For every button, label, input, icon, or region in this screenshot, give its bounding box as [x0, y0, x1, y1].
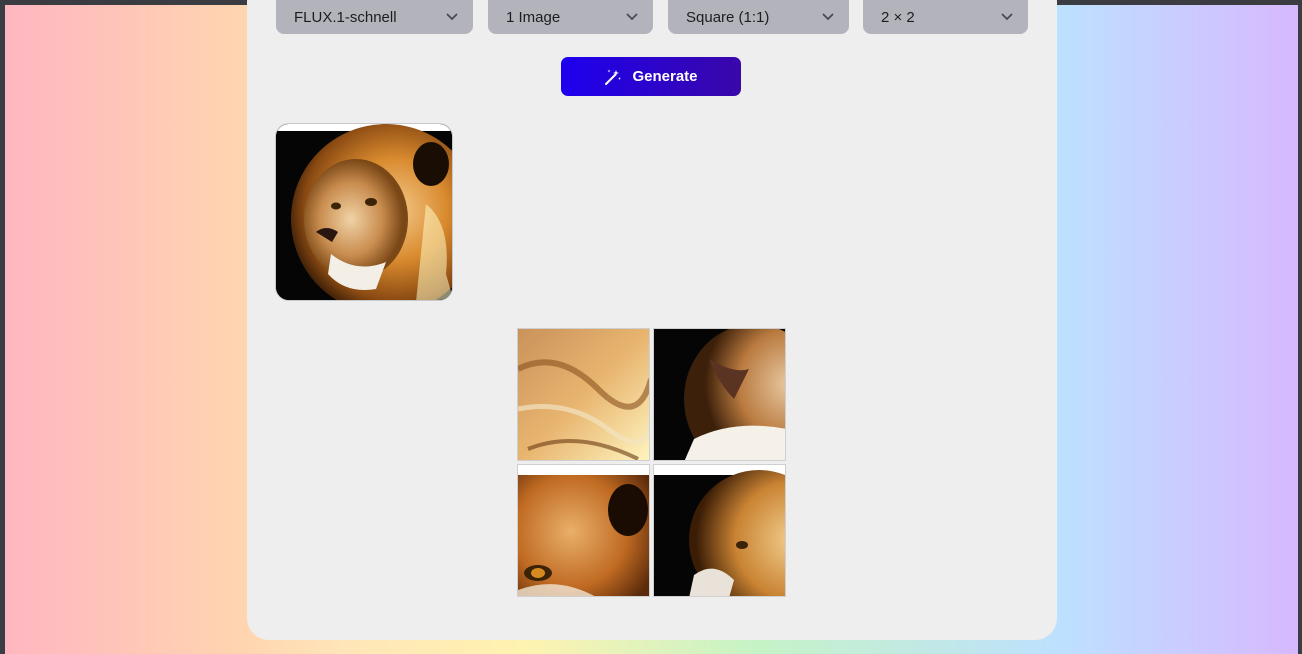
grid-tile-2[interactable]: [653, 328, 786, 461]
model-select-value: FLUX.1-schnell: [294, 8, 397, 26]
magic-wand-icon: [604, 68, 622, 86]
lion-eye-image: [518, 465, 649, 596]
lion-image: [276, 124, 452, 300]
chevron-down-icon: [821, 12, 835, 22]
grid-size-value: 2 × 2: [881, 8, 915, 26]
generate-button-label: Generate: [632, 68, 698, 85]
generated-image-thumbnail[interactable]: [275, 123, 453, 301]
chevron-down-icon: [625, 12, 639, 22]
image-count-select[interactable]: 1 Image: [488, 0, 653, 34]
aspect-ratio-select[interactable]: Square (1:1): [668, 0, 849, 34]
grid-tile-4[interactable]: [653, 464, 786, 597]
grid-size-select[interactable]: 2 × 2: [863, 0, 1028, 34]
generate-button[interactable]: Generate: [561, 57, 741, 96]
lion-muzzle-image: [654, 329, 785, 460]
model-select[interactable]: FLUX.1-schnell: [276, 0, 473, 34]
chevron-down-icon: [445, 12, 459, 22]
aspect-ratio-value: Square (1:1): [686, 8, 770, 26]
generator-card: [247, 0, 1057, 640]
chevron-down-icon: [1000, 12, 1014, 22]
lion-mane-image: [518, 329, 649, 460]
lion-profile-image: [654, 465, 785, 596]
grid-tile-1[interactable]: [517, 328, 650, 461]
window-right-edge: [1298, 5, 1302, 654]
grid-tile-3[interactable]: [517, 464, 650, 597]
image-count-value: 1 Image: [506, 8, 561, 26]
